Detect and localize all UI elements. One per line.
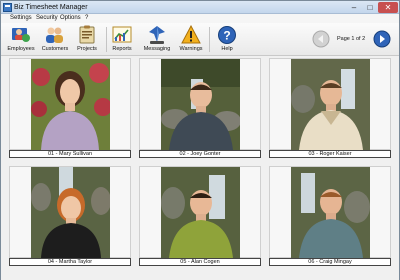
employee-caption: 05 - Alan Cogen bbox=[139, 258, 261, 266]
employee-photo bbox=[31, 167, 110, 258]
employee-caption: 06 - Craig Mingay bbox=[269, 258, 391, 266]
photo-frame bbox=[269, 166, 391, 258]
reports-button[interactable]: Reports bbox=[104, 24, 140, 55]
menu-options[interactable]: Options bbox=[60, 14, 81, 23]
employee-card[interactable]: 03 - Roger Kaiser bbox=[269, 58, 391, 161]
title-bar: Biz Timesheet Manager – □ ✕ bbox=[1, 1, 399, 14]
maximize-button[interactable]: □ bbox=[362, 2, 378, 13]
menu-security[interactable]: Security bbox=[36, 14, 58, 23]
help-label: Help bbox=[221, 46, 233, 52]
reports-icon bbox=[112, 26, 132, 43]
menu-help[interactable]: ? bbox=[85, 14, 88, 23]
svg-text:?: ? bbox=[223, 29, 230, 43]
menu-bar: Settings Security Options ? bbox=[1, 14, 399, 23]
projects-label: Projects bbox=[77, 46, 97, 52]
employee-card[interactable]: 05 - Alan Cogen bbox=[139, 166, 261, 269]
minimize-button[interactable]: – bbox=[346, 2, 362, 13]
photo-frame bbox=[139, 58, 261, 150]
employees-icon bbox=[12, 28, 30, 42]
employee-photo bbox=[291, 167, 370, 258]
projects-button[interactable]: Projects bbox=[69, 24, 105, 55]
employee-card[interactable]: 02 - Joey Gonter bbox=[139, 58, 261, 161]
warnings-icon bbox=[181, 25, 201, 44]
toolbar: Employees Customers Projects Reports Mes… bbox=[1, 23, 399, 56]
messaging-label: Messaging bbox=[143, 46, 171, 52]
employee-card[interactable]: 04 - Martha Taylor bbox=[9, 166, 131, 269]
messaging-icon bbox=[149, 26, 165, 44]
customers-label: Customers bbox=[41, 46, 69, 52]
projects-icon bbox=[79, 25, 95, 44]
employees-label: Employees bbox=[7, 46, 35, 52]
employee-grid: 01 - Mary Sullivan 02 - Joey Gonter 03 -… bbox=[1, 57, 399, 280]
help-icon: ? bbox=[218, 26, 236, 44]
photo-frame bbox=[9, 166, 131, 258]
employee-caption: 03 - Roger Kaiser bbox=[269, 150, 391, 158]
employee-photo bbox=[161, 59, 240, 150]
employees-button[interactable]: Employees bbox=[3, 24, 39, 55]
employee-caption: 04 - Martha Taylor bbox=[9, 258, 131, 266]
warnings-button[interactable]: Warnings bbox=[173, 24, 209, 55]
menu-settings[interactable]: Settings bbox=[10, 14, 32, 23]
previous-page-icon[interactable] bbox=[312, 30, 330, 48]
employee-photo bbox=[161, 167, 240, 258]
window-title: Biz Timesheet Manager bbox=[14, 4, 88, 11]
employee-caption: 01 - Mary Sullivan bbox=[9, 150, 131, 158]
employee-caption: 02 - Joey Gonter bbox=[139, 150, 261, 158]
employee-photo bbox=[31, 59, 110, 150]
reports-label: Reports bbox=[112, 46, 132, 52]
page-indicator: Page 1 of 2 bbox=[337, 36, 366, 42]
next-page-icon[interactable] bbox=[373, 30, 391, 48]
app-window: Biz Timesheet Manager – □ ✕ Settings Sec… bbox=[0, 0, 400, 280]
photo-frame bbox=[9, 58, 131, 150]
photo-frame bbox=[269, 58, 391, 150]
employee-photo bbox=[291, 59, 370, 150]
customers-button[interactable]: Customers bbox=[37, 24, 73, 55]
employee-card[interactable]: 06 - Craig Mingay bbox=[269, 166, 391, 269]
close-button[interactable]: ✕ bbox=[378, 2, 398, 13]
warnings-label: Warnings bbox=[179, 46, 203, 52]
app-icon bbox=[3, 3, 12, 12]
help-button[interactable]: ? Help bbox=[209, 24, 245, 55]
employee-card[interactable]: 01 - Mary Sullivan bbox=[9, 58, 131, 161]
customers-icon bbox=[46, 27, 63, 43]
photo-frame bbox=[139, 166, 261, 258]
messaging-button[interactable]: Messaging bbox=[139, 24, 175, 55]
